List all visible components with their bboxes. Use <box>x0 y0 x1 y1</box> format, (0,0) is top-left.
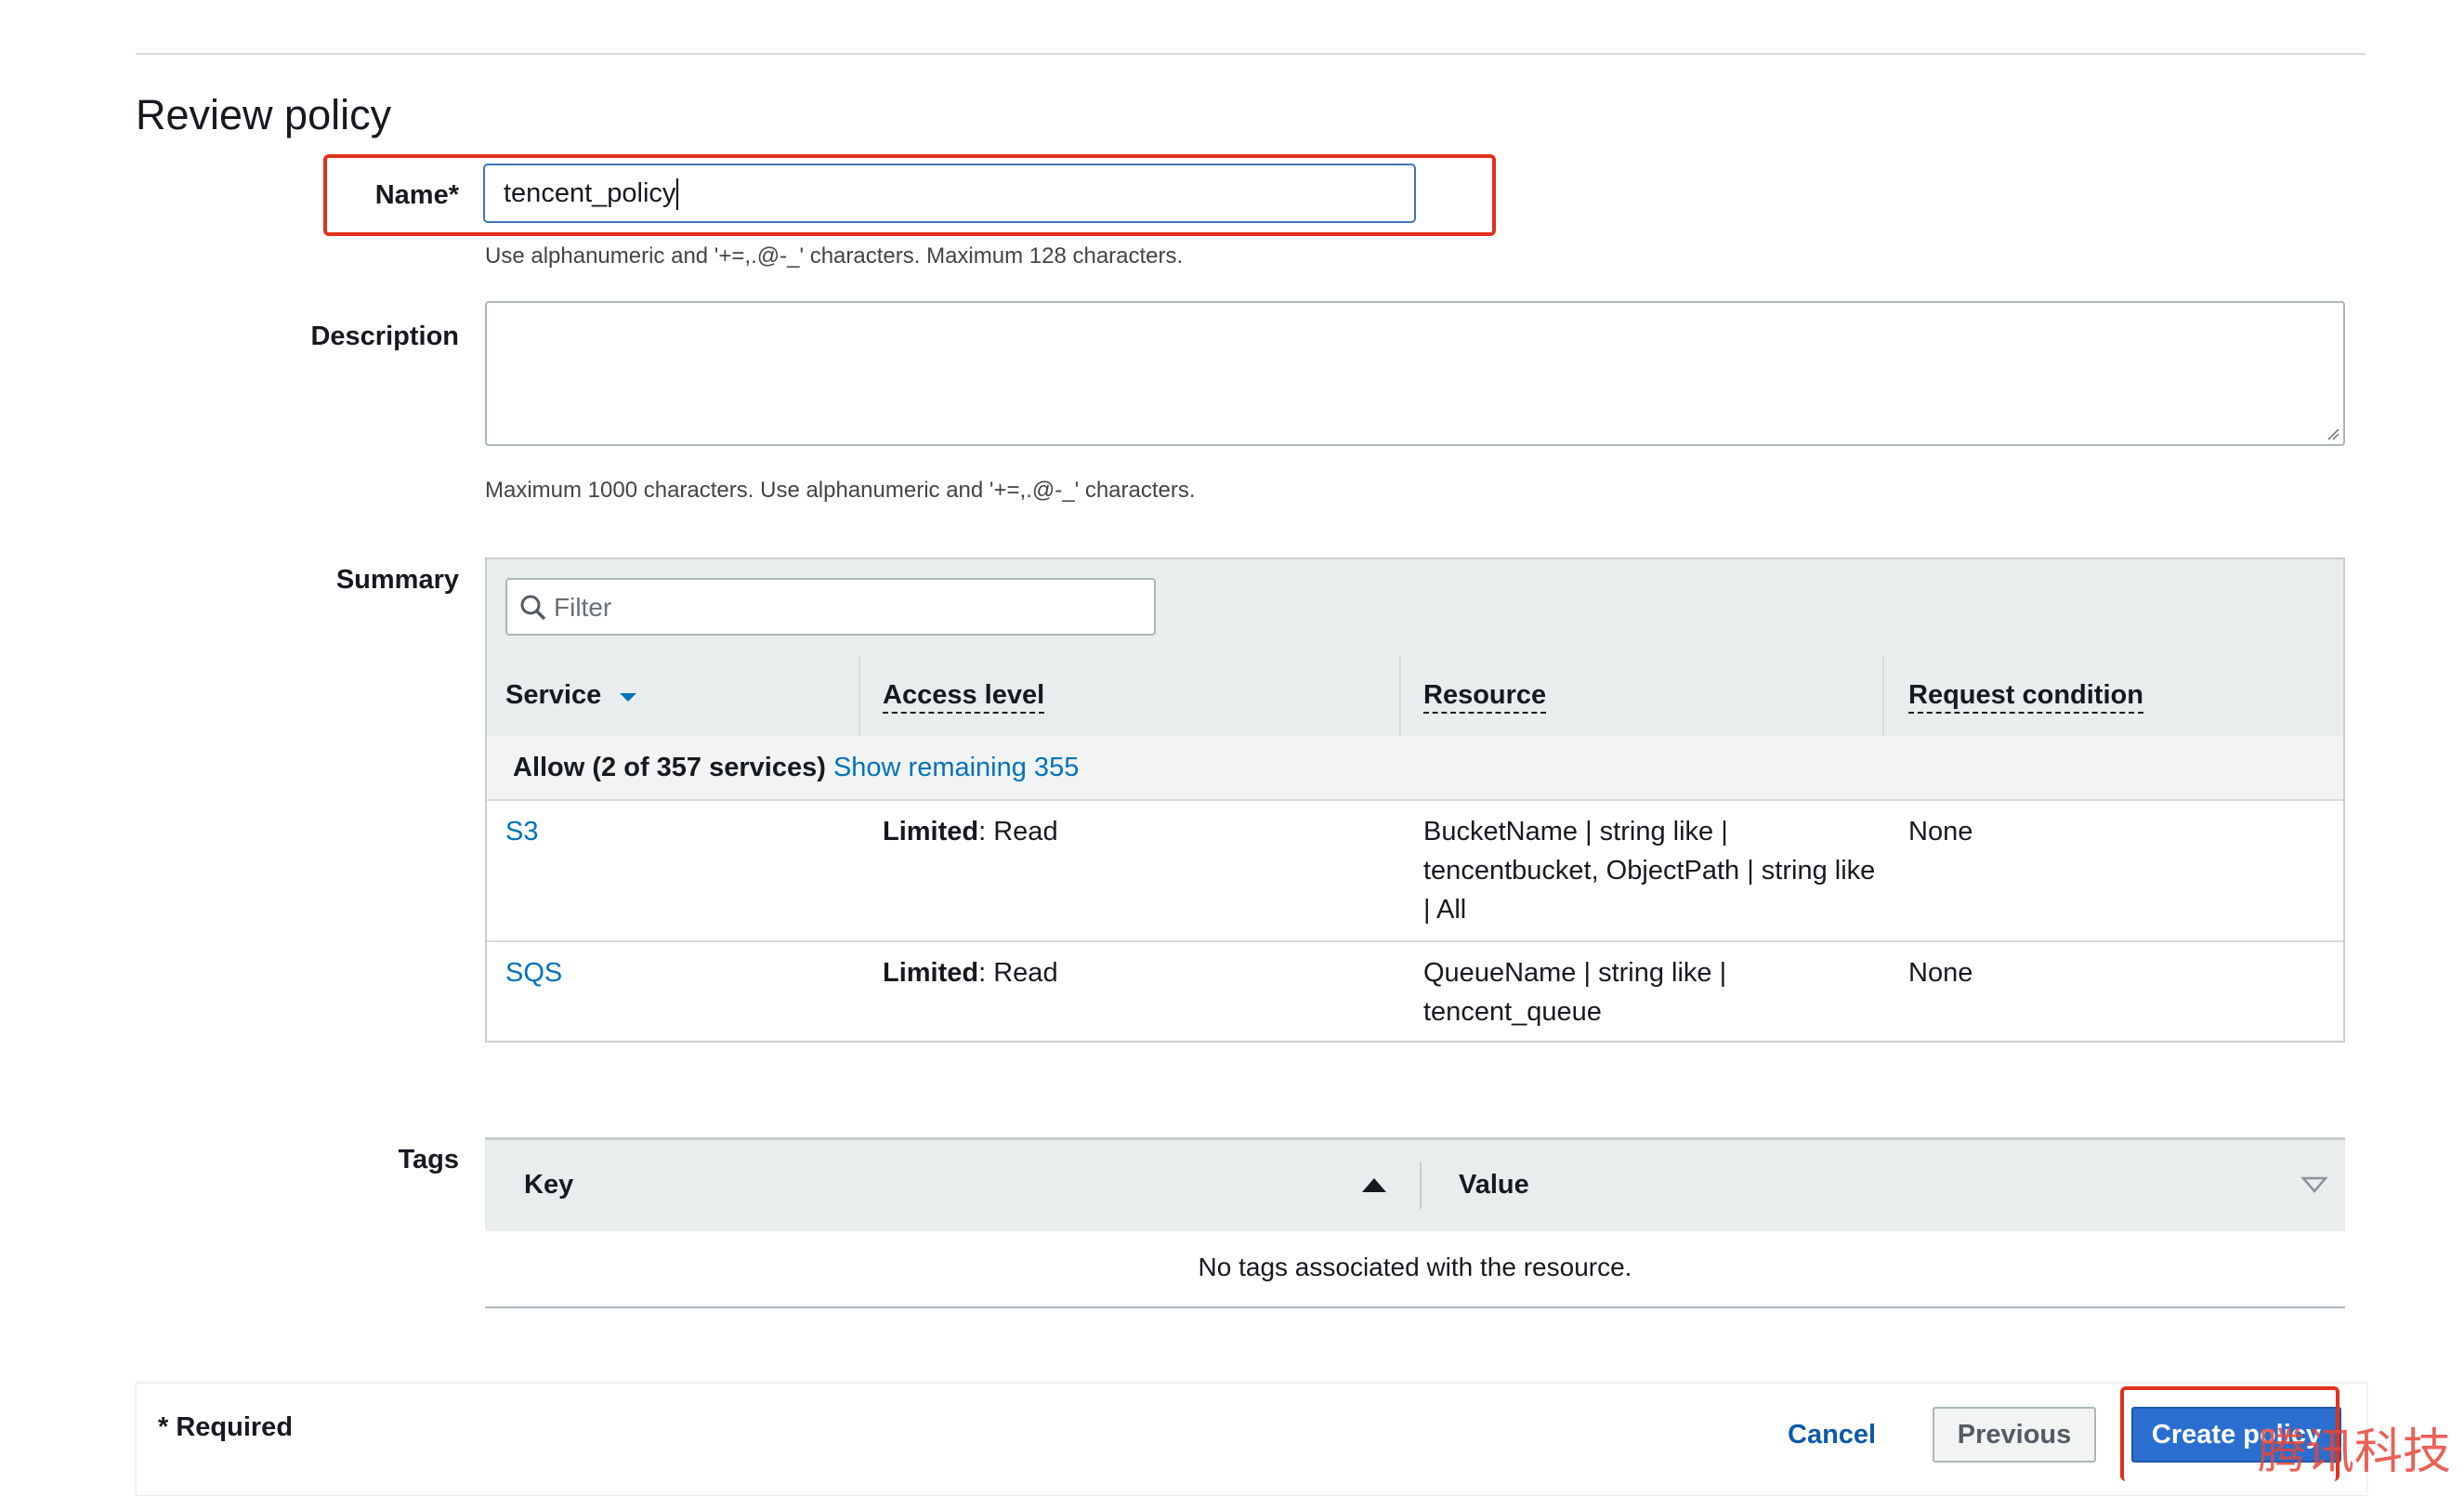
resize-handle-icon[interactable] <box>2326 427 2339 440</box>
cancel-button[interactable]: Cancel <box>1788 1420 1876 1450</box>
condition-s3: None <box>1908 817 1973 846</box>
tags-label: Tags <box>398 1145 459 1174</box>
summary-label: Summary <box>335 565 459 595</box>
summary-table: Filter Service Access level Resource Req… <box>485 558 2345 1043</box>
allow-group-row: Allow (2 of 357 services) Show remaining… <box>487 736 2343 801</box>
access-level-s3: Limited: Read <box>883 817 1058 846</box>
page-title: Review policy <box>136 91 392 138</box>
column-divider <box>1882 656 1884 736</box>
access-level-sqs: Limited: Read <box>883 958 1058 988</box>
description-textarea[interactable] <box>485 301 2345 446</box>
tags-header: Key Value <box>485 1137 2345 1231</box>
allow-count: Allow (2 of 357 services) <box>513 753 826 782</box>
show-remaining-link[interactable]: Show remaining 355 <box>833 753 1079 782</box>
condition-sqs: None <box>1908 958 1973 988</box>
col-service[interactable]: Service <box>505 680 638 711</box>
resource-sqs: QueueName | string like | tencent_queue <box>1423 958 1727 1027</box>
name-hint: Use alphanumeric and '+=,.@-_' character… <box>485 243 1184 269</box>
name-label: Name* <box>374 180 459 210</box>
name-input[interactable]: tencent_policy <box>483 164 1416 223</box>
row-divider <box>487 940 2343 942</box>
sort-down-icon <box>620 693 637 702</box>
watermark-text: 腾讯科技 <box>2258 1424 2452 1480</box>
top-divider <box>136 53 2366 55</box>
filter-bar: Filter <box>487 559 2343 658</box>
service-link-s3[interactable]: S3 <box>505 812 538 851</box>
column-divider <box>858 656 860 736</box>
description-label: Description <box>310 322 459 351</box>
description-hint: Maximum 1000 characters. Use alphanumeri… <box>485 478 1196 503</box>
required-note: * Required <box>158 1412 294 1442</box>
tags-empty-message: No tags associated with the resource. <box>485 1228 2345 1308</box>
previous-button[interactable]: Previous <box>1933 1407 2096 1463</box>
tags-col-key[interactable]: Key <box>524 1170 573 1201</box>
column-divider <box>1399 656 1401 736</box>
tags-col-value[interactable]: Value <box>1459 1170 1529 1201</box>
sort-up-icon[interactable] <box>1360 1175 1388 1194</box>
text-caret <box>676 178 679 211</box>
col-request-condition[interactable]: Request condition <box>1908 680 2143 714</box>
search-icon <box>520 595 546 621</box>
name-input-value: tencent_policy <box>504 178 676 208</box>
filter-input[interactable]: Filter <box>505 578 1156 636</box>
summary-header: Service Access level Resource Request co… <box>487 656 2343 738</box>
filter-placeholder: Filter <box>554 593 612 622</box>
service-link-sqs[interactable]: SQS <box>505 953 562 992</box>
col-resource[interactable]: Resource <box>1423 680 1547 714</box>
col-access-level[interactable]: Access level <box>883 680 1045 714</box>
resource-s3: BucketName | string like | tencentbucket… <box>1423 817 1876 925</box>
tags-column-divider <box>1420 1162 1422 1209</box>
sort-down-outline-icon[interactable] <box>2300 1175 2328 1194</box>
